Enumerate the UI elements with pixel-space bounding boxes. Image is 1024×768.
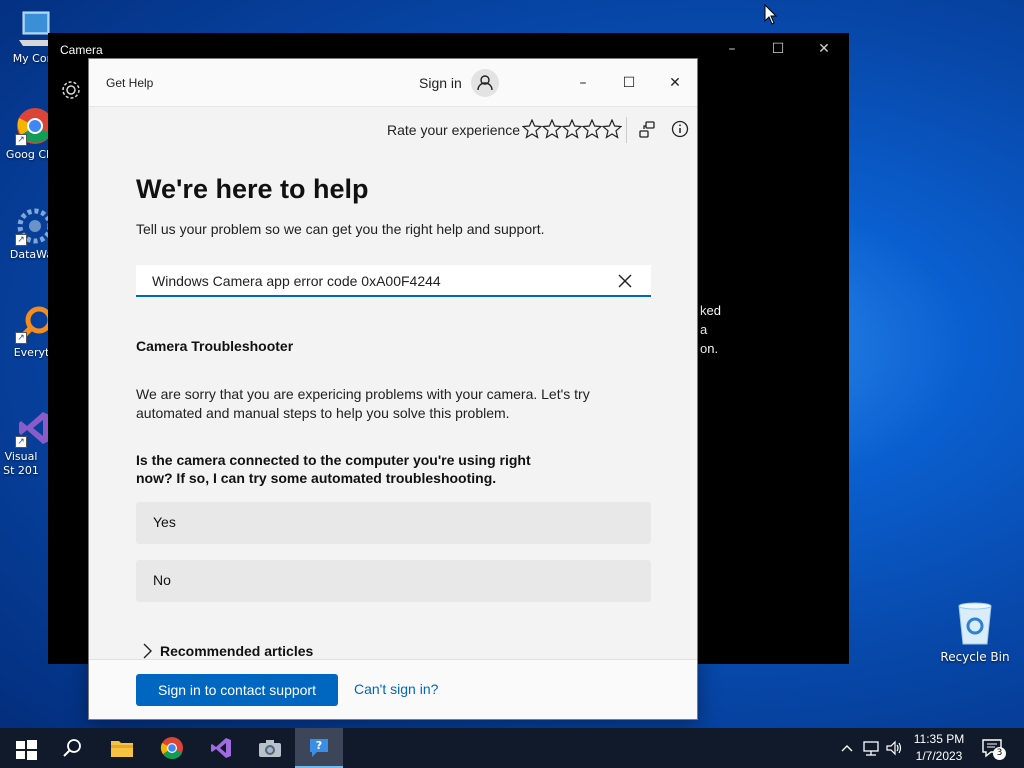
taskbar: ? 11:35 PM 1/7/2023 3 — [0, 728, 1024, 768]
taskbar-chrome-button[interactable] — [148, 728, 196, 768]
clock-time: 11:35 PM — [913, 732, 965, 746]
rating-star-1-icon[interactable] — [521, 118, 543, 139]
notification-count-badge: 3 — [993, 747, 1006, 760]
svg-text:?: ? — [316, 739, 322, 752]
camera-window-title: Camera — [60, 43, 103, 57]
desktop-icon-recycle-bin[interactable]: Recycle Bin — [940, 602, 1010, 664]
search-input-value: Windows Camera app error code 0xA00F4244 — [152, 273, 441, 289]
network-icon[interactable] — [861, 738, 881, 758]
get-help-icon: ? — [310, 739, 328, 757]
answer-yes-label: Yes — [153, 514, 176, 530]
rating-star-4-icon[interactable] — [581, 118, 603, 139]
start-button[interactable] — [0, 728, 48, 768]
recommended-articles-label: Recommended articles — [160, 643, 314, 659]
start-icon — [16, 740, 37, 760]
camera-minimize-button[interactable]: – — [709, 33, 755, 65]
file-explorer-icon — [111, 741, 133, 757]
taskbar-clock[interactable]: 11:35 PM 1/7/2023 — [904, 731, 974, 765]
get-help-window[interactable]: Get Help Sign in – ☐ ✕ Rate your experie… — [88, 58, 698, 720]
visual-studio-icon — [211, 738, 231, 758]
camera-text-line: a — [700, 322, 708, 337]
taskbar-get-help-button[interactable]: ? — [295, 728, 343, 768]
camera-text-line: on. — [700, 341, 719, 356]
camera-text-line: ked — [700, 303, 721, 318]
camera-settings-gear-icon[interactable] — [58, 77, 84, 103]
volume-icon[interactable] — [884, 738, 904, 758]
rating-star-2-icon[interactable] — [541, 118, 563, 139]
share-icon[interactable] — [637, 120, 657, 140]
app-title: Get Help — [106, 76, 154, 90]
page-heading: We're here to help — [136, 174, 369, 204]
mouse-cursor-icon — [764, 3, 778, 26]
answer-yes-button[interactable]: Yes — [136, 502, 651, 544]
camera-icon — [259, 740, 281, 757]
troubleshooter-title: Camera Troubleshooter — [136, 338, 294, 354]
help-footer: Sign in to contact support Can't sign in… — [89, 659, 697, 719]
troubleshooter-message: We are sorry that you are expericing pro… — [136, 386, 590, 421]
chrome-icon — [160, 737, 183, 759]
taskbar-file-explorer-button[interactable] — [98, 728, 146, 768]
minimize-button[interactable]: – — [567, 67, 599, 99]
answer-no-button[interactable]: No — [136, 560, 651, 602]
answer-no-label: No — [153, 572, 171, 588]
recycle-bin-icon — [955, 602, 995, 646]
clock-date: 1/7/2023 — [915, 749, 963, 763]
desktop-icon-label: Visual St 201 — [3, 450, 39, 477]
sign-in-contact-support-button[interactable]: Sign in to contact support — [136, 674, 338, 706]
rating-star-3-icon[interactable] — [561, 118, 583, 139]
clear-search-icon[interactable] — [615, 271, 635, 291]
sign-in-link[interactable]: Sign in — [419, 75, 462, 91]
rating-bar: Rate your experience — [89, 117, 697, 145]
camera-close-button[interactable]: ✕ — [801, 33, 847, 65]
taskbar-search-button[interactable] — [48, 728, 96, 768]
info-icon[interactable] — [671, 120, 689, 138]
show-hidden-icons-chevron-up-icon[interactable] — [837, 738, 857, 758]
taskbar-visual-studio-button[interactable] — [197, 728, 245, 768]
chevron-right-icon — [141, 642, 153, 660]
rating-star-5-icon[interactable] — [601, 118, 623, 139]
camera-maximize-button[interactable]: ☐ — [755, 33, 801, 65]
action-center-button[interactable]: 3 — [980, 736, 1008, 760]
get-help-titlebar[interactable]: Get Help Sign in – ☐ ✕ — [89, 59, 697, 107]
taskbar-camera-button[interactable] — [246, 728, 294, 768]
divider — [626, 117, 627, 143]
problem-search-input[interactable]: Windows Camera app error code 0xA00F4244 — [136, 265, 651, 297]
cant-sign-in-link[interactable]: Can't sign in? — [354, 681, 438, 697]
rate-experience-label: Rate your experience — [387, 122, 521, 138]
recycle-bin-label: Recycle Bin — [940, 650, 1010, 664]
close-button[interactable]: ✕ — [659, 67, 691, 99]
avatar-icon[interactable] — [471, 69, 499, 97]
troubleshooter-question: Is the camera connected to the computer … — [136, 452, 531, 486]
page-subheading: Tell us your problem so we can get you t… — [136, 221, 545, 237]
search-icon — [63, 739, 81, 757]
maximize-button[interactable]: ☐ — [613, 67, 645, 99]
camera-partial-message: ked a on. — [700, 301, 721, 358]
